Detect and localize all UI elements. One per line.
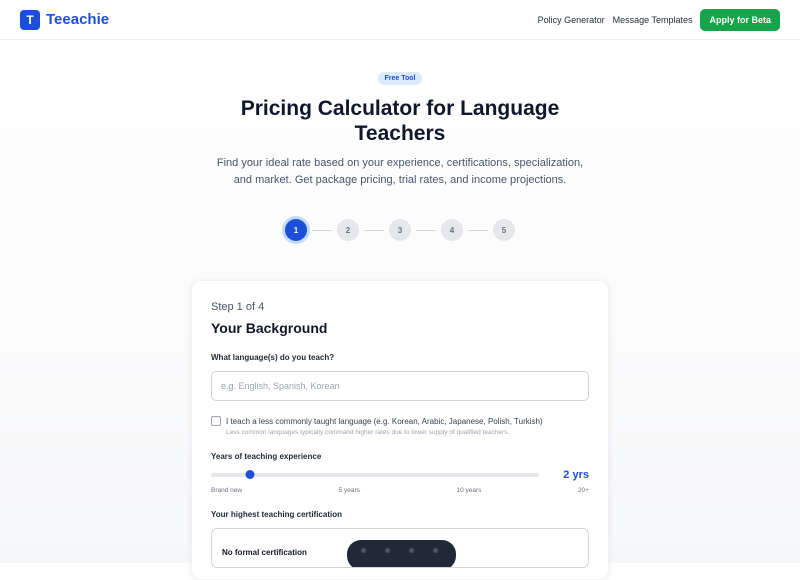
experience-slider[interactable] (211, 470, 539, 479)
language-input[interactable] (211, 371, 589, 401)
experience-label: Years of teaching experience (211, 452, 322, 461)
step-connector (364, 229, 384, 231)
step-counter: Step 1 of 4 (211, 301, 265, 313)
slider-thumb[interactable] (245, 470, 255, 479)
certification-option-card[interactable]: No formal certification (211, 528, 589, 568)
brand-name: Teeachie (46, 11, 110, 28)
nav-link-policy-generator[interactable]: Policy Generator (538, 15, 605, 25)
toolbar-dot-icon[interactable] (433, 548, 438, 553)
step-2[interactable]: 2 (337, 219, 359, 241)
page-subtitle: Find your ideal rate based on your exper… (216, 157, 584, 186)
top-nav: T Teeachie Policy Generator Message Temp… (0, 0, 800, 40)
step-connector (416, 229, 436, 231)
toolbar-dot-icon[interactable] (409, 548, 414, 553)
tick-label: 10 years (456, 487, 482, 494)
experience-slider-row: 2 yrs (211, 469, 589, 481)
less-common-row[interactable]: I teach a less commonly taught language … (211, 416, 589, 426)
stepper: 1 2 3 4 5 (0, 219, 800, 241)
language-label: What language(s) do you teach? (211, 353, 335, 362)
apply-for-beta-button[interactable]: Apply for Beta (700, 8, 780, 31)
toolbar-dot-icon[interactable] (361, 548, 366, 553)
nav-links: Policy Generator Message Templates Apply… (538, 8, 780, 31)
slider-fill (211, 473, 244, 477)
toolbar-dot-icon[interactable] (385, 548, 390, 553)
free-tool-badge: Free Tool (377, 72, 423, 85)
tick-label: 5 years (338, 487, 360, 494)
card-title: Your Background (211, 320, 328, 336)
tick-label: 20+ (577, 487, 589, 494)
page-title: Pricing Calculator for Language Teachers (240, 97, 560, 145)
step-1[interactable]: 1 (285, 219, 307, 241)
step-connector (312, 229, 332, 231)
step-connector (468, 229, 488, 231)
less-common-label: I teach a less commonly taught language … (226, 416, 543, 426)
less-common-checkbox[interactable] (211, 416, 221, 426)
step-3[interactable]: 3 (389, 219, 411, 241)
nav-link-message-templates[interactable]: Message Templates (613, 15, 693, 25)
floating-toolbar[interactable] (347, 540, 456, 567)
certification-option-label: No formal certification (222, 547, 307, 557)
tick-label: Brand new (211, 487, 243, 494)
step-5[interactable]: 5 (493, 219, 515, 241)
certification-label: Your highest teaching certification (211, 510, 342, 519)
experience-value: 2 yrs (563, 469, 589, 481)
calculator-card: Step 1 of 4 Your Background What languag… (191, 280, 609, 580)
step-4[interactable]: 4 (441, 219, 463, 241)
brand[interactable]: T Teeachie (20, 9, 110, 30)
brand-logo-icon: T (20, 9, 40, 30)
less-common-help: Less common languages typically command … (226, 429, 510, 436)
hero: Free Tool Pricing Calculator for Languag… (0, 40, 800, 241)
slider-ticks: Brand new 5 years 10 years 20+ (211, 487, 589, 494)
